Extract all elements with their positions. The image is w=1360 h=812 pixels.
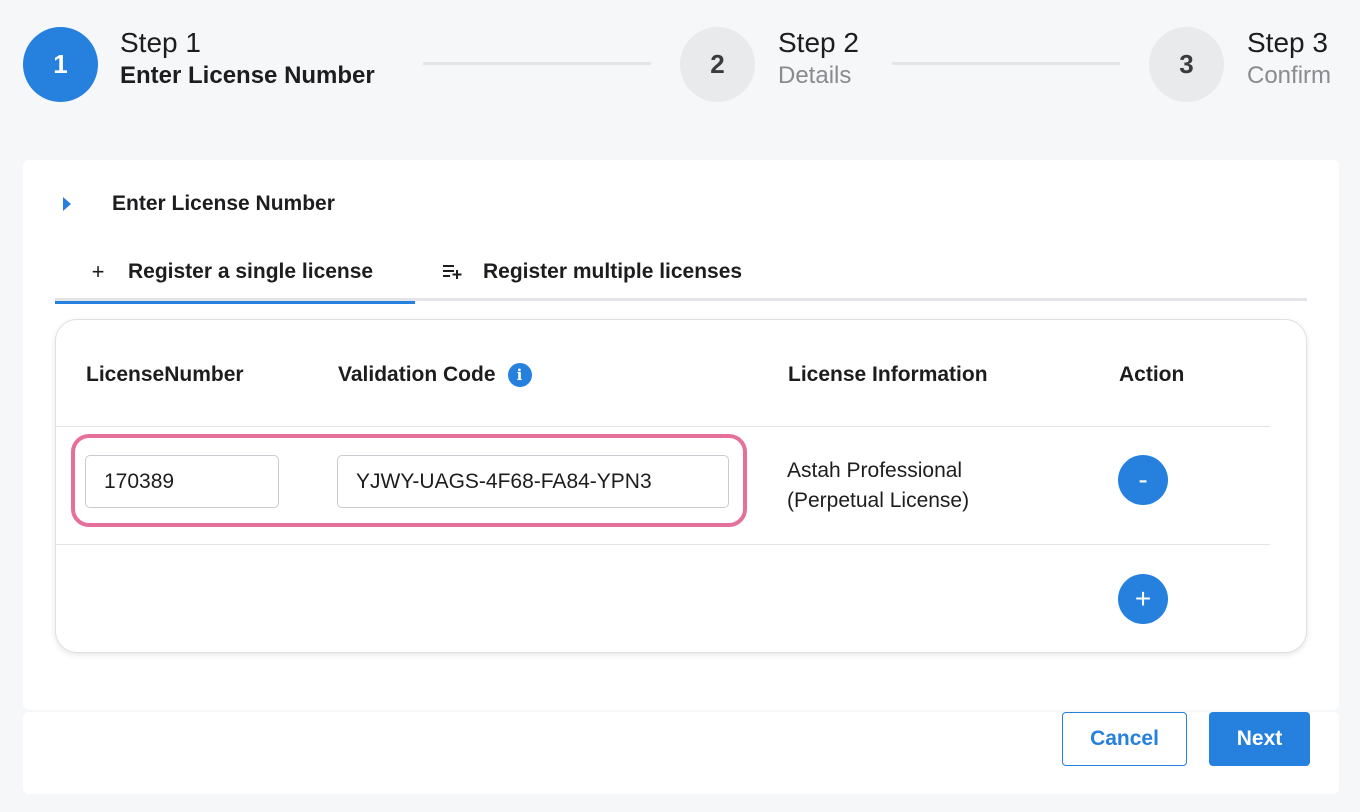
section-header[interactable]: Enter License Number xyxy=(63,192,335,216)
license-number-input[interactable]: 170389 xyxy=(85,455,279,508)
header-validation-code-label: Validation Code xyxy=(338,363,496,386)
add-row-button[interactable]: + xyxy=(1118,574,1168,624)
tab-bar: + Register a single license Register mul… xyxy=(55,242,1307,304)
validation-code-input[interactable]: YJWY-UAGS-4F68-FA84-YPN3 xyxy=(337,455,729,508)
playlist-add-icon xyxy=(443,259,463,285)
remove-row-button[interactable]: - xyxy=(1118,455,1168,505)
license-table: LicenseNumber Validation Code i License … xyxy=(55,319,1307,653)
license-information: Astah Professional (Perpetual License) xyxy=(787,456,969,516)
tab-register-single-label: Register a single license xyxy=(128,259,374,283)
step-1-title: Step 1 xyxy=(120,27,201,58)
step-3-text: Step 3 Confirm xyxy=(1247,26,1331,92)
step-2-title: Step 2 xyxy=(778,27,859,58)
header-action: Action xyxy=(1119,363,1185,386)
tab-register-single[interactable]: + Register a single license xyxy=(55,242,415,304)
step-connector-2 xyxy=(892,62,1120,65)
step-1-circle: 1 xyxy=(23,27,98,102)
header-validation-code: Validation Code i xyxy=(338,362,532,388)
next-button[interactable]: Next xyxy=(1209,712,1310,766)
step-3-circle: 3 xyxy=(1149,27,1224,102)
header-license-number: LicenseNumber xyxy=(86,363,244,386)
step-1-text: Step 1 Enter License Number xyxy=(120,26,375,92)
license-info-product: Astah Professional xyxy=(787,459,963,482)
step-3-subtitle: Confirm xyxy=(1247,62,1332,89)
step-3-title: Step 3 xyxy=(1247,27,1328,58)
step-2-subtitle: Details xyxy=(778,62,852,89)
license-info-type: (Perpetual License) xyxy=(787,489,970,512)
row-divider xyxy=(56,426,1270,427)
plus-icon: + xyxy=(91,258,105,284)
row-divider xyxy=(56,544,1270,545)
license-card: Enter License Number + Register a single… xyxy=(23,160,1339,710)
step-connector-1 xyxy=(423,62,651,65)
info-icon[interactable]: i xyxy=(507,363,532,387)
step-2-circle: 2 xyxy=(680,27,755,102)
caret-right-icon[interactable] xyxy=(63,197,71,211)
step-2-text: Step 2 Details xyxy=(778,26,859,92)
step-1-subtitle: Enter License Number xyxy=(120,62,375,89)
section-title: Enter License Number xyxy=(112,192,335,215)
tab-register-multiple[interactable]: Register multiple licenses xyxy=(443,242,742,301)
footer-bar: Cancel Next xyxy=(23,712,1339,794)
tab-register-multiple-label: Register multiple licenses xyxy=(483,259,743,283)
stepper: 1 Step 1 Enter License Number 2 Step 2 D… xyxy=(0,0,1360,130)
header-license-information: License Information xyxy=(788,363,988,386)
cancel-button[interactable]: Cancel xyxy=(1062,712,1187,766)
